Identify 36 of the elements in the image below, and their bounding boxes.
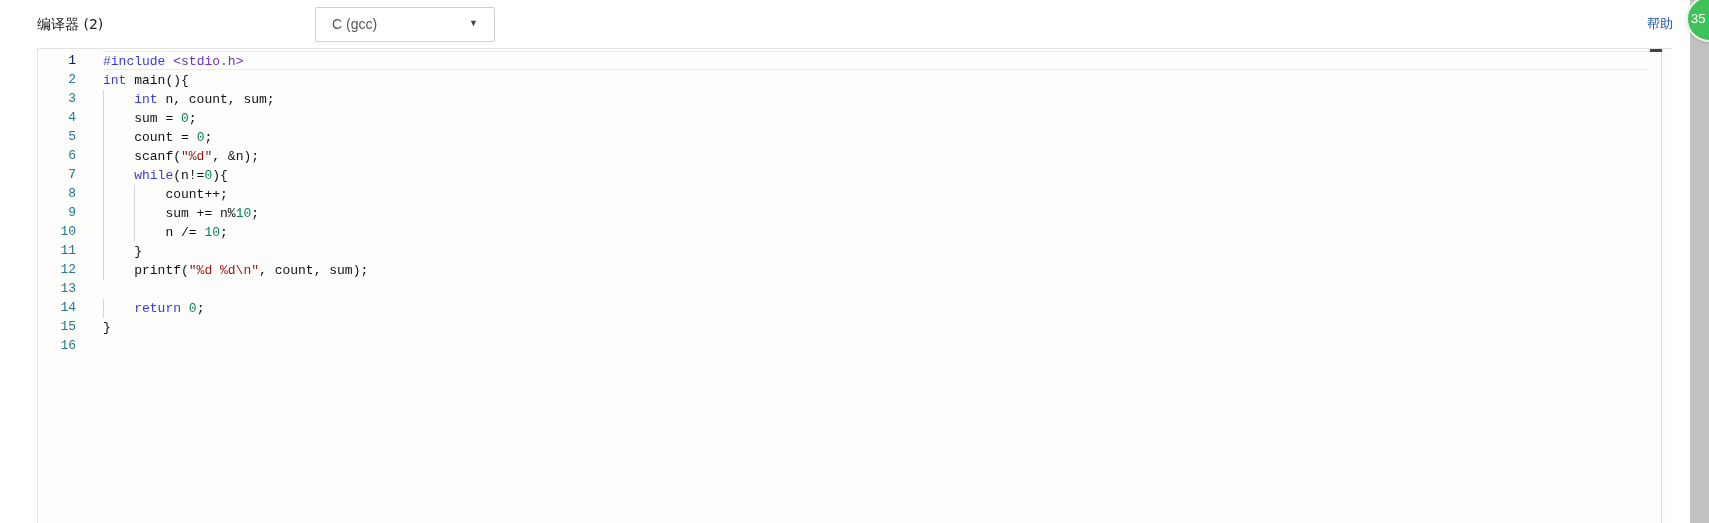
line-number: 7 (67, 166, 76, 184)
line-number: 1 (67, 52, 76, 70)
code-line: n /= 10; (103, 225, 228, 240)
line-number: 10 (59, 223, 76, 241)
line-number: 11 (59, 242, 76, 260)
line-number: 9 (67, 204, 76, 222)
line-number: 13 (59, 280, 76, 298)
language-select[interactable]: C (gcc) ▼ (315, 6, 495, 42)
compiler-label: 编译器 (2) (37, 14, 105, 34)
line-number: 12 (59, 261, 76, 279)
code-line: } (103, 244, 142, 259)
code-editor[interactable] (37, 48, 1672, 523)
code-line: while(n!=0){ (103, 168, 228, 183)
line-number: 6 (67, 147, 76, 165)
code-line: } (103, 320, 111, 335)
line-number: 4 (67, 109, 76, 127)
line-number: 8 (67, 185, 76, 203)
line-number: 15 (59, 318, 76, 336)
help-link[interactable]: 帮助 (1647, 14, 1673, 34)
count-badge: 35 (1686, 0, 1709, 42)
code-line: count = 0; (103, 130, 213, 145)
code-line: printf("%d %d\n", count, sum); (103, 263, 369, 278)
code-line: sum += n%10; (103, 206, 260, 221)
code-line: return 0; (103, 301, 205, 316)
line-number: 5 (67, 128, 76, 146)
line-number: 2 (67, 71, 76, 89)
code-line: count++; (103, 187, 228, 202)
code-line: scanf("%d", &n); (103, 149, 260, 164)
line-number: 16 (59, 337, 76, 355)
code-line: sum = 0; (103, 111, 197, 126)
code-line: int n, count, sum; (103, 92, 275, 107)
scrollbar[interactable] (1690, 0, 1709, 523)
line-number: 3 (67, 90, 76, 108)
line-number: 14 (59, 299, 76, 317)
code-line: int main(){ (103, 73, 189, 88)
code-line: #include <stdio.h> (103, 54, 244, 69)
